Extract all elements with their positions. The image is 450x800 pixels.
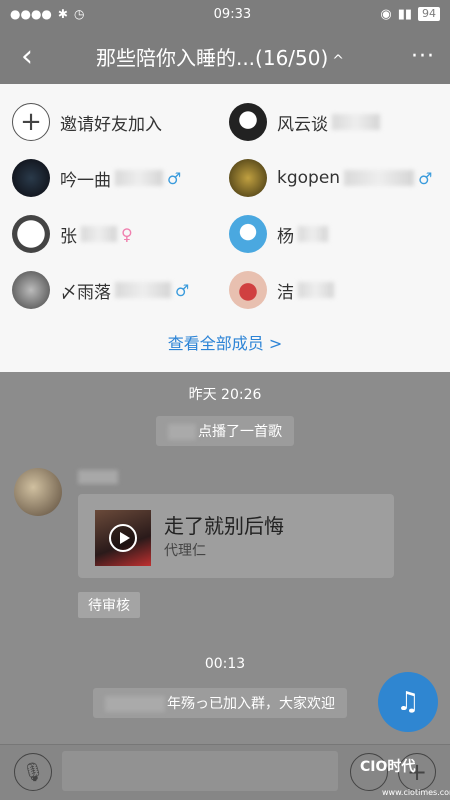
- member-name: 吟一曲: [60, 170, 111, 191]
- male-icon: ♂: [418, 168, 433, 188]
- member-item[interactable]: 张 ♀: [12, 206, 221, 262]
- sender-avatar[interactable]: [14, 468, 62, 516]
- title-bar: ‹ 那些陪你入睡的...(16/50) ^ ···: [0, 28, 450, 84]
- group-title[interactable]: 那些陪你入睡的...(16/50) ^: [54, 42, 396, 71]
- back-icon: ‹: [21, 38, 33, 74]
- member-name: 洁: [277, 282, 294, 303]
- signal-icon: ▮▮: [397, 6, 412, 22]
- blurred-name: [81, 226, 117, 242]
- microphone-icon: 🎙: [21, 761, 45, 783]
- system-message: 年殇っ已加入群，大家欢迎: [93, 688, 347, 718]
- back-button[interactable]: ‹: [0, 28, 54, 84]
- more-button[interactable]: ···: [396, 28, 450, 84]
- avatar: [229, 159, 267, 197]
- member-item[interactable]: 〆雨落 ♂: [12, 262, 221, 318]
- member-item[interactable]: 风云谈: [229, 94, 438, 150]
- female-icon: ♀: [121, 224, 133, 244]
- voice-button[interactable]: 🎙: [14, 753, 52, 791]
- chat-area: 昨天 20:26 点播了一首歌 走了就别后悔 代理仁 待审核 00:13 年殇っ…: [0, 372, 450, 744]
- invite-friends-button[interactable]: + 邀请好友加入: [12, 94, 221, 150]
- male-icon: ♂: [167, 168, 182, 188]
- member-name: 杨: [277, 226, 294, 247]
- avatar: [12, 159, 50, 197]
- notification-icons: ●●●● ✱ ◷: [10, 7, 84, 21]
- play-icon[interactable]: [109, 524, 137, 552]
- blurred-name: [115, 282, 171, 298]
- wifi-icon: ◉: [380, 6, 392, 22]
- member-item[interactable]: 吟一曲 ♂: [12, 150, 221, 206]
- alarm-icon: ◷: [73, 7, 85, 21]
- member-name: 邀请好友加入: [60, 114, 162, 135]
- headphones-avatar: [229, 215, 267, 253]
- song-cover: [95, 510, 151, 566]
- avatar: [229, 103, 267, 141]
- avatar: [12, 271, 50, 309]
- blurred-name: [105, 696, 165, 712]
- more-icon: ···: [411, 43, 435, 69]
- blurred-name: [115, 170, 163, 186]
- caret-up-icon: ^: [332, 52, 345, 69]
- member-name: 〆雨落: [60, 282, 111, 303]
- view-all-members-link[interactable]: 查看全部成员 >: [0, 330, 450, 354]
- status-time: 09:33: [213, 6, 252, 22]
- plus-icon: +: [12, 103, 50, 141]
- watermark-logo: CIO时代: [360, 759, 416, 775]
- member-item[interactable]: 杨: [229, 206, 438, 262]
- system-message: 点播了一首歌: [156, 416, 294, 446]
- member-name: 张: [60, 226, 77, 247]
- pending-review-badge: 待审核: [78, 592, 140, 618]
- song-card[interactable]: 走了就别后悔 代理仁: [78, 494, 394, 578]
- blurred-name: [332, 114, 380, 130]
- system-message-text: 点播了一首歌: [198, 424, 282, 440]
- group-title-text: 那些陪你入睡的...(16/50): [95, 45, 329, 70]
- chat-notification-icon: ●●●●: [10, 7, 52, 21]
- message-input[interactable]: [62, 751, 338, 791]
- member-item[interactable]: 洁: [229, 262, 438, 318]
- system-icons: ◉ ▮▮ 94: [380, 7, 440, 22]
- member-grid: + 邀请好友加入 风云谈 吟一曲♂ kgopen♂ 张♀ 杨 〆雨落♂: [0, 84, 450, 318]
- song-title: 走了就别后悔: [164, 514, 284, 538]
- avatar: [229, 271, 267, 309]
- blurred-name: [344, 170, 415, 186]
- blurred-name: [168, 424, 196, 440]
- member-panel: + 邀请好友加入 风云谈 吟一曲♂ kgopen♂ 张♀ 杨 〆雨落♂: [0, 84, 450, 372]
- timestamp: 昨天 20:26: [188, 387, 262, 403]
- watermark-url: www.ciotimes.com: [382, 788, 450, 797]
- male-icon: ♂: [175, 280, 190, 300]
- battery-indicator: 94: [418, 7, 440, 21]
- status-bar: ●●●● ✱ ◷ 09:33 ◉ ▮▮ 94: [0, 0, 450, 28]
- bluetooth-icon: ✱: [57, 7, 68, 21]
- member-name: kgopen: [277, 168, 341, 188]
- blurred-name: [298, 226, 328, 242]
- music-add-button[interactable]: ♫: [378, 672, 438, 732]
- blurred-name: [298, 282, 334, 298]
- song-artist: 代理仁: [164, 543, 206, 559]
- member-item[interactable]: kgopen ♂: [229, 150, 438, 206]
- avatar: [12, 215, 50, 253]
- music-note-plus-icon: ♫: [396, 687, 420, 717]
- blurred-sender-name: [78, 470, 118, 484]
- member-name: 风云谈: [277, 114, 328, 135]
- timestamp: 00:13: [204, 656, 246, 672]
- system-message-text: 年殇っ已加入群，大家欢迎: [167, 696, 335, 712]
